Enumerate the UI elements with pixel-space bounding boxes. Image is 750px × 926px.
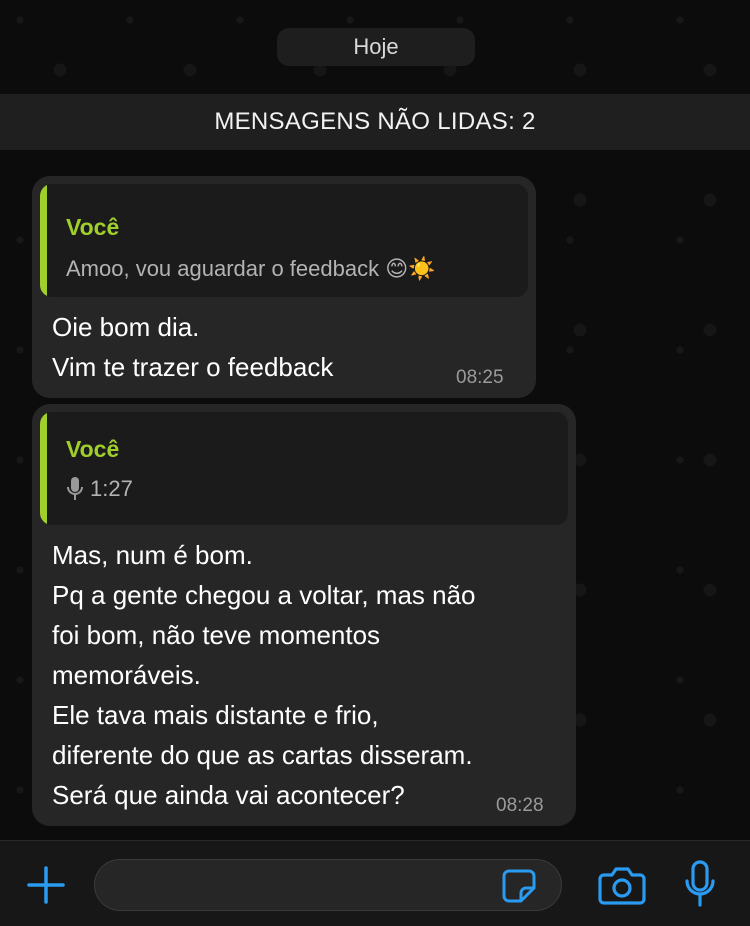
camera-button[interactable] xyxy=(597,861,647,909)
plus-icon xyxy=(27,866,65,904)
message-text: Oie bom dia. Vim te trazer o feedback xyxy=(52,307,333,387)
message-input[interactable] xyxy=(94,859,562,912)
message-line: Mas, num é bom. xyxy=(52,540,253,570)
message-line: Oie bom dia. xyxy=(52,312,200,342)
message-line: Será que ainda vai acontecer? xyxy=(52,780,405,810)
quote-audio: 1:27 xyxy=(66,476,133,502)
attach-button[interactable] xyxy=(24,863,68,907)
message-composer xyxy=(0,840,750,926)
quote-accent-bar xyxy=(40,412,47,525)
quoted-reply[interactable]: Você Amoo, vou aguardar o feedback 😊☀️ xyxy=(40,184,528,297)
quote-text: Amoo, vou aguardar o feedback 😊☀️ xyxy=(66,256,436,281)
message-timestamp: 08:25 xyxy=(456,367,504,388)
message-input-field[interactable] xyxy=(113,860,497,912)
audio-duration: 1:27 xyxy=(90,476,133,501)
unread-messages-label: MENSAGENS NÃO LIDAS: 2 xyxy=(214,108,536,135)
date-separator: Hoje xyxy=(277,28,475,66)
message-text: Mas, num é bom. Pq a gente chegou a volt… xyxy=(52,535,476,815)
message-line: Ele tava mais distante e frio, xyxy=(52,700,379,730)
message-line: memoráveis. xyxy=(52,660,201,690)
sticker-button[interactable] xyxy=(499,866,539,906)
camera-icon xyxy=(598,867,646,905)
message-line: diferente do que as cartas disseram. xyxy=(52,740,473,770)
quote-author: Você xyxy=(66,436,120,462)
date-separator-label: Hoje xyxy=(353,34,399,59)
message-line: Vim te trazer o feedback xyxy=(52,352,334,382)
voice-record-button[interactable] xyxy=(680,857,720,911)
message-timestamp: 08:28 xyxy=(496,795,544,816)
message-line: foi bom, não teve momentos xyxy=(52,620,381,650)
sticker-icon xyxy=(502,869,536,903)
message-bubble[interactable]: Você 1:27 Mas, num é bom. Pq a gente che… xyxy=(32,404,576,826)
quoted-reply[interactable]: Você 1:27 xyxy=(40,412,568,525)
unread-messages-banner: MENSAGENS NÃO LIDAS: 2 xyxy=(0,94,750,150)
microphone-icon xyxy=(66,476,84,502)
microphone-icon xyxy=(685,860,715,907)
message-bubble[interactable]: Você Amoo, vou aguardar o feedback 😊☀️ O… xyxy=(32,176,536,398)
quote-accent-bar xyxy=(40,184,47,297)
quote-author: Você xyxy=(66,214,120,240)
message-line: Pq a gente chegou a voltar, mas não xyxy=(52,580,476,610)
